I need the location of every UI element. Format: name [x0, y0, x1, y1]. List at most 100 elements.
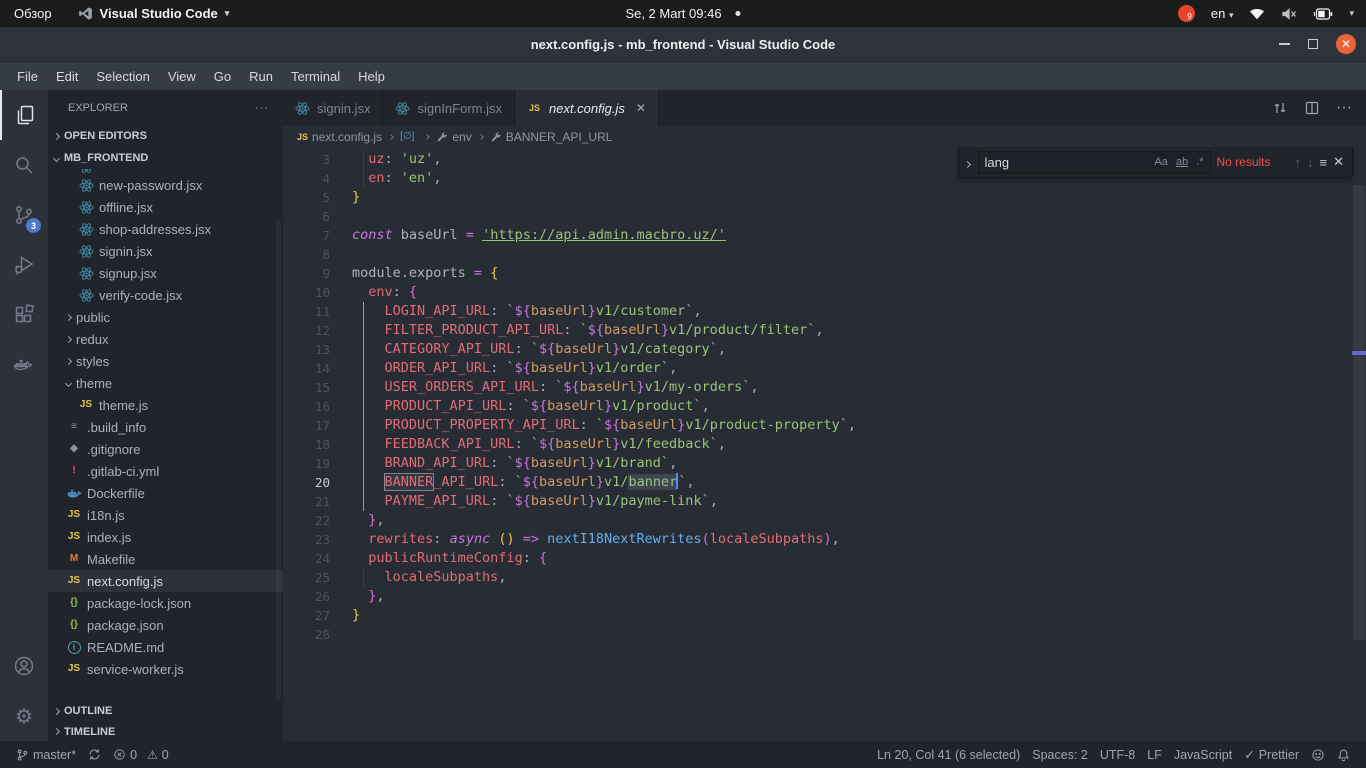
file-item-verify-code.jsx[interactable]: verify-code.jsx	[48, 284, 283, 306]
minimize-button[interactable]	[1279, 43, 1290, 45]
problems-item[interactable]: 0 ⚠ 0	[107, 748, 175, 762]
breadcrumb-BANNER_API_URL[interactable]: BANNER_API_URL	[490, 130, 613, 144]
file-item-.gitlab-ci.yml[interactable]: !.gitlab-ci.yml	[48, 460, 283, 482]
feedback-icon[interactable]	[1305, 748, 1331, 762]
git-branch-item[interactable]: master*	[10, 748, 82, 762]
find-input[interactable]: Aa ab .*	[978, 151, 1211, 174]
code-line-20: 20 BANNER_API_URL: `${baseUrl}v1/banner`…	[283, 473, 1352, 492]
compare-changes-icon[interactable]	[1272, 100, 1288, 116]
split-editor-icon[interactable]	[1304, 100, 1320, 116]
breadcrumb-env[interactable]: env	[436, 130, 471, 144]
cursor-position-item[interactable]: Ln 20, Col 41 (6 selected)	[871, 748, 1026, 762]
code-line-9: 9module.exports = {	[283, 264, 1352, 283]
run-debug-icon[interactable]	[0, 240, 48, 290]
file-item-service-worker.js[interactable]: JSservice-worker.js	[48, 658, 283, 680]
account-icon[interactable]	[0, 641, 48, 691]
find-next-icon[interactable]: ↓	[1307, 155, 1314, 170]
file-item-signup.jsx[interactable]: signup.jsx	[48, 262, 283, 284]
scrollbar-thumb[interactable]	[1353, 185, 1365, 640]
file-item-offline.jsx[interactable]: offline.jsx	[48, 196, 283, 218]
file-item-theme.js[interactable]: JStheme.js	[48, 394, 283, 416]
timeline-section[interactable]: TIMELINE	[48, 722, 283, 741]
breadcrumb-next.config.js[interactable]: JSnext.config.js	[297, 130, 382, 144]
menu-selection[interactable]: Selection	[87, 65, 158, 88]
file-item-.build_info[interactable]: ≡.build_info	[48, 416, 283, 438]
explorer-icon[interactable]	[0, 90, 48, 140]
menu-go[interactable]: Go	[205, 65, 240, 88]
react-file-icon	[78, 169, 94, 174]
restore-button[interactable]	[1308, 39, 1318, 49]
menu-run[interactable]: Run	[240, 65, 282, 88]
find-expand-icon[interactable]	[965, 155, 970, 170]
find-close-icon[interactable]: ✕	[1333, 154, 1344, 170]
tray-app-icon[interactable]: 9	[1178, 5, 1195, 22]
find-query-field[interactable]	[985, 155, 1147, 170]
file-item-.gitignore[interactable]: ◆.gitignore	[48, 438, 283, 460]
find-previous-icon[interactable]: ↑	[1295, 155, 1302, 170]
input-language-indicator[interactable]: en ▾	[1211, 6, 1234, 21]
file-item-new-password.jsx[interactable]: new-password.jsx	[48, 174, 283, 196]
sidebar-scrollbar[interactable]	[276, 220, 281, 700]
tab-close-icon[interactable]: ✕	[636, 101, 646, 115]
system-menu-caret-icon[interactable]: ▾	[1349, 8, 1354, 19]
volume-muted-icon[interactable]	[1281, 7, 1297, 21]
regex-icon[interactable]: .*	[1196, 156, 1203, 168]
file-item-shop-addresses.jsx[interactable]: shop-addresses.jsx	[48, 218, 283, 240]
code-line-23: 23 rewrites: async () => nextI18NextRewr…	[283, 530, 1352, 549]
language-mode-item[interactable]: JavaScript	[1168, 748, 1238, 762]
extensions-icon[interactable]	[0, 290, 48, 340]
breadcrumb-unknown[interactable]: [∅]	[400, 131, 418, 142]
close-button[interactable]: ✕	[1336, 34, 1356, 54]
tab-next.config.js[interactable]: JSnext.config.js✕	[515, 90, 659, 126]
source-control-icon[interactable]: 3	[0, 190, 48, 240]
formatter-item[interactable]: ✓ Prettier	[1238, 747, 1305, 762]
sidebar-more-actions[interactable]: ···	[255, 102, 269, 114]
clock[interactable]: Se, 2 Mart 09:46	[625, 6, 740, 21]
sync-button[interactable]	[82, 748, 107, 761]
editor-more-actions-icon[interactable]: ···	[1336, 99, 1352, 117]
whole-word-icon[interactable]: ab	[1176, 156, 1188, 168]
match-case-icon[interactable]: Aa	[1154, 156, 1167, 168]
encoding-item[interactable]: UTF-8	[1094, 748, 1141, 762]
menu-file[interactable]: File	[8, 65, 47, 88]
root-folder-section[interactable]: MB_FRONTEND	[48, 147, 283, 169]
code-line-28: 28	[283, 625, 1352, 644]
file-item-Dockerfile[interactable]: Dockerfile	[48, 482, 283, 504]
file-item-i18n.js[interactable]: JSi18n.js	[48, 504, 283, 526]
code-line-5: 5}	[283, 188, 1352, 207]
outline-section[interactable]: OUTLINE	[48, 700, 283, 722]
editor-scrollbar[interactable]	[1352, 147, 1366, 741]
notifications-bell-icon[interactable]	[1331, 748, 1356, 762]
activities-button[interactable]: Обзор	[14, 6, 52, 21]
file-item-README.md[interactable]: iREADME.md	[48, 636, 283, 658]
check-icon: ✓	[1244, 747, 1254, 762]
battery-icon[interactable]	[1313, 8, 1333, 20]
menu-edit[interactable]: Edit	[47, 65, 87, 88]
docker-icon[interactable]	[0, 340, 48, 390]
file-item-public[interactable]: public	[48, 306, 283, 328]
file-item-theme[interactable]: theme	[48, 372, 283, 394]
search-icon[interactable]	[0, 140, 48, 190]
open-editors-section[interactable]: OPEN EDITORS	[48, 125, 283, 147]
wifi-icon[interactable]	[1249, 7, 1265, 20]
code-line-11: 11 LOGIN_API_URL: `${baseUrl}v1/customer…	[283, 302, 1352, 321]
file-item-redux[interactable]: redux	[48, 328, 283, 350]
indentation-item[interactable]: Spaces: 2	[1026, 748, 1094, 762]
file-item-Makefile[interactable]: MMakefile	[48, 548, 283, 570]
file-item-package-lock.json[interactable]: {}package-lock.json	[48, 592, 283, 614]
tab-signin.jsx[interactable]: signin.jsx	[283, 90, 383, 126]
file-item-package.json[interactable]: {}package.json	[48, 614, 283, 636]
tab-signInForm.jsx[interactable]: signInForm.jsx	[383, 90, 515, 126]
eol-item[interactable]: LF	[1141, 748, 1168, 762]
find-in-selection-icon[interactable]: ≡	[1320, 155, 1328, 170]
code-editor[interactable]: 2 ru: 'ru',3 uz: 'uz',4 en: 'en',5}67con…	[283, 147, 1366, 741]
menu-view[interactable]: View	[159, 65, 205, 88]
settings-gear-icon[interactable]: ⚙	[0, 691, 48, 741]
file-item-next.config.js[interactable]: JSnext.config.js	[48, 570, 283, 592]
menu-terminal[interactable]: Terminal	[282, 65, 349, 88]
app-menu[interactable]: Visual Studio Code ▾	[78, 6, 230, 21]
file-item-index.js[interactable]: JSindex.js	[48, 526, 283, 548]
menu-help[interactable]: Help	[349, 65, 394, 88]
file-item-styles[interactable]: styles	[48, 350, 283, 372]
file-item-signin.jsx[interactable]: signin.jsx	[48, 240, 283, 262]
